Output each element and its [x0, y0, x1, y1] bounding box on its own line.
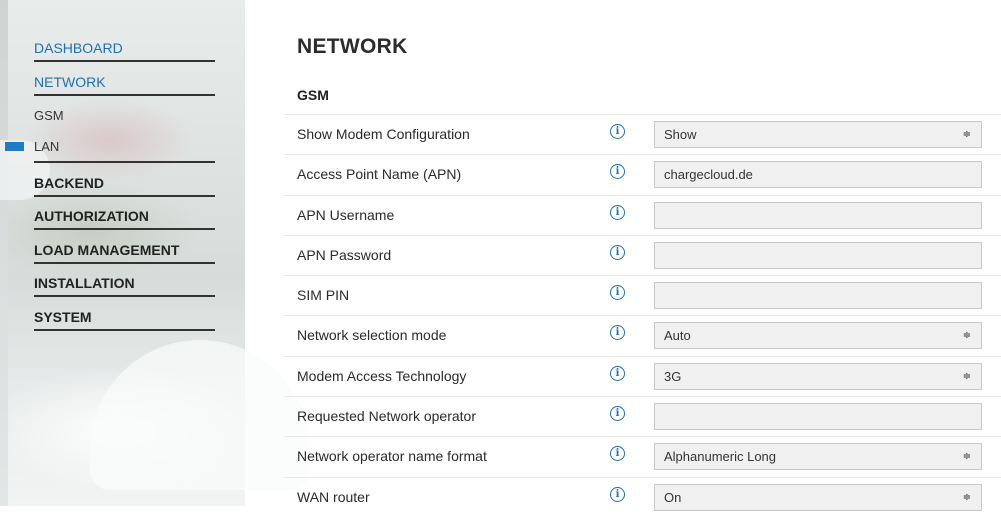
setting-row: APN Username i	[284, 194, 1001, 235]
setting-value: 3G	[664, 368, 682, 384]
sidebar-item-backend[interactable]: BACKEND	[34, 175, 215, 197]
info-icon[interactable]: i	[610, 285, 625, 301]
setting-label: Modem Access Technology	[297, 367, 467, 384]
info-icon[interactable]: i	[610, 365, 625, 381]
setting-input[interactable]	[654, 241, 982, 269]
info-icon[interactable]: i	[610, 325, 625, 341]
setting-row: Requested Network operator i	[284, 396, 1001, 436]
setting-label: Requested Network operator	[297, 408, 476, 425]
setting-row: Access Point Name (APN) i chargecloud.de	[284, 154, 1001, 194]
setting-select[interactable]: 3G ≑	[654, 362, 982, 390]
setting-select[interactable]: Show ≑	[654, 121, 982, 148]
setting-select[interactable]: Auto ≑	[654, 322, 982, 350]
info-icon[interactable]: i	[610, 486, 625, 502]
info-icon[interactable]: i	[610, 204, 625, 220]
setting-input[interactable]	[654, 282, 982, 310]
setting-row: WAN router i On ≑	[284, 476, 1001, 517]
sidebar-item-load-management[interactable]: LOAD MANAGEMENT	[34, 242, 215, 264]
setting-label: Network selection mode	[297, 327, 447, 344]
setting-row: Modem Access Technology i 3G ≑	[284, 355, 1001, 396]
setting-input[interactable]	[654, 403, 982, 431]
page-title: NETWORK	[297, 35, 408, 58]
setting-row: Show Modem Configuration i Show ≑	[284, 114, 1001, 154]
setting-value: chargecloud.de	[664, 167, 753, 183]
setting-label: Show Modem Configuration	[297, 126, 470, 142]
setting-select[interactable]: On ≑	[654, 483, 982, 511]
setting-label: WAN router	[297, 488, 370, 505]
settings-list: Show Modem Configuration i Show ≑ Access Poi…	[284, 114, 1001, 517]
info-icon[interactable]: i	[610, 124, 625, 139]
info-icon[interactable]: i	[610, 446, 625, 462]
sidebar: DASHBOARD NETWORK GSM LAN BACKEND AUTHOR…	[0, 0, 310, 506]
sidebar-item-installation[interactable]: INSTALLATION	[34, 275, 215, 297]
info-icon[interactable]: i	[610, 244, 625, 260]
sidebar-item-authorization[interactable]: AUTHORIZATION	[34, 208, 215, 230]
setting-label: SIM PIN	[297, 287, 350, 304]
sidebar-item-network[interactable]: NETWORK	[34, 74, 215, 96]
select-arrow-icon: ≑	[962, 451, 971, 463]
setting-select[interactable]: Alphanumeric Long ≑	[654, 443, 982, 471]
setting-label: APN Password	[297, 246, 392, 263]
select-arrow-icon: ≑	[962, 330, 971, 342]
info-icon[interactable]: i	[610, 406, 625, 422]
setting-row: SIM PIN i	[284, 275, 1001, 315]
sidebar-gutter	[0, 0, 8, 506]
setting-row: APN Password i	[284, 234, 1001, 275]
setting-label: APN Username	[297, 206, 395, 223]
setting-value: Alphanumeric Long	[664, 449, 777, 465]
sidebar-subitem-lan[interactable]: LAN	[34, 139, 215, 163]
setting-label: Network operator name format	[297, 448, 487, 465]
section-title: GSM	[297, 87, 329, 103]
setting-value: On	[664, 489, 682, 505]
setting-row: Network operator name format i Alphanumeri…	[284, 436, 1001, 476]
setting-input[interactable]	[654, 201, 982, 229]
setting-label: Access Point Name (APN)	[297, 166, 462, 183]
sidebar-item-dashboard[interactable]: DASHBOARD	[34, 40, 215, 62]
setting-row: Network selection mode i Auto ≑	[284, 315, 1001, 355]
setting-input[interactable]: chargecloud.de	[654, 161, 982, 189]
setting-value: Auto	[664, 328, 691, 344]
sidebar-item-system[interactable]: SYSTEM	[34, 309, 215, 331]
info-icon[interactable]: i	[610, 164, 625, 180]
setting-value: Show	[664, 127, 697, 142]
select-arrow-icon: ≑	[962, 129, 971, 140]
sidebar-subitem-gsm[interactable]: GSM	[34, 108, 64, 123]
active-indicator	[5, 142, 24, 151]
background-photo-car	[90, 340, 310, 490]
select-arrow-icon: ≑	[962, 370, 971, 382]
